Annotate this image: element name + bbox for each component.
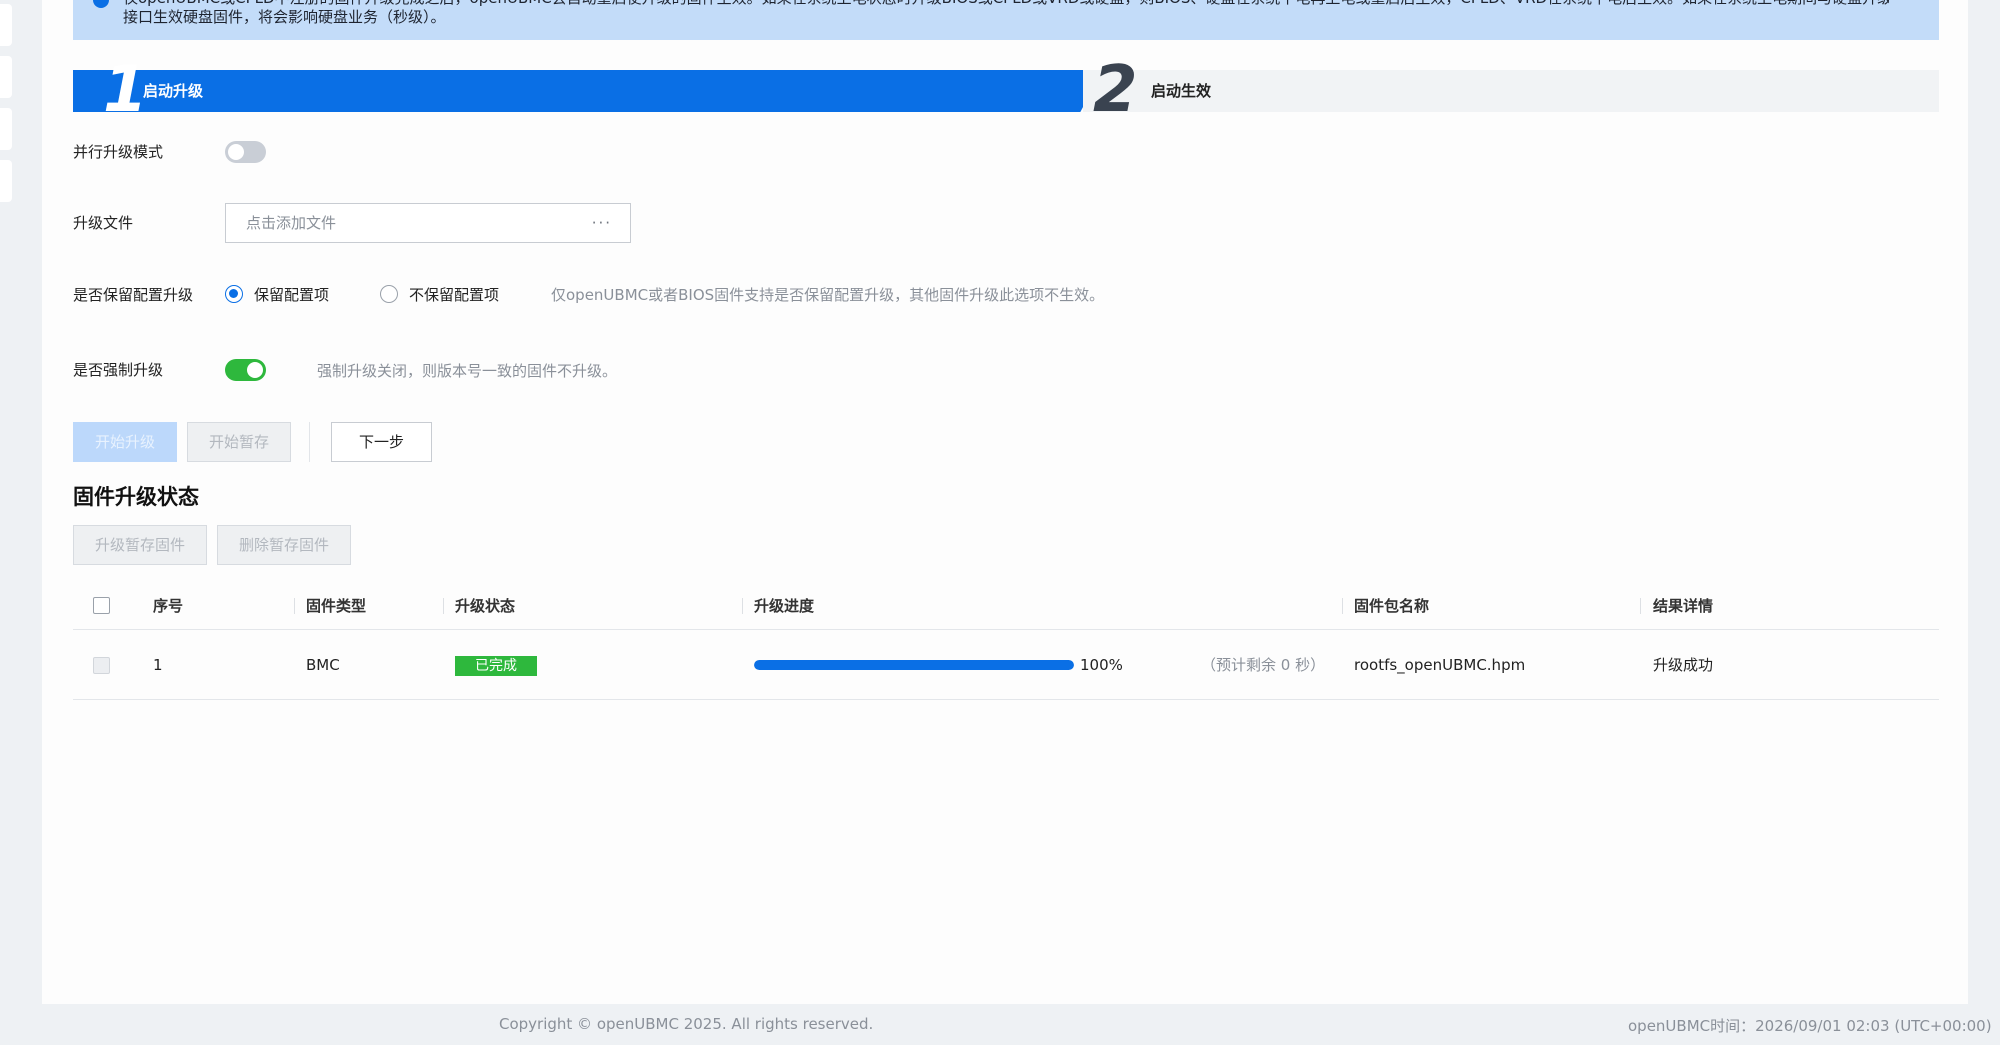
info-notice: 仅openUBMC或CPLD不注册的固件升级完成之后，openUBMC会自动重启… [73,0,1939,40]
table-header: 序号 固件类型 升级状态 升级进度 固件包名称 结果详情 [73,585,1939,630]
step-2-bar [1083,70,1939,112]
row-package-name: rootfs_openUBMC.hpm [1354,656,1526,674]
step-1-number: 1 [103,53,148,127]
status-badge: 已完成 [455,656,537,676]
row-index: 1 [153,656,163,674]
column-header-index: 序号 [153,597,184,615]
force-upgrade-toggle[interactable] [225,359,266,381]
row-result: 升级成功 [1653,656,1714,674]
upgrade-staged-button[interactable]: 升级暂存固件 [73,525,207,565]
next-step-button[interactable]: 下一步 [331,422,432,462]
row-checkbox[interactable] [93,657,110,674]
column-divider [443,598,444,614]
column-divider [1342,598,1343,614]
column-header-result: 结果详情 [1653,597,1714,615]
column-divider [1640,598,1641,614]
upgrade-panel: 仅openUBMC或CPLD不注册的固件升级完成之后，openUBMC会自动重启… [42,0,1968,1004]
toggle-knob [247,362,263,378]
row-firmware-type: BMC [306,656,340,674]
side-tab-4[interactable] [0,160,12,202]
table-row: 1 BMC 已完成 100% （预计剩余 0 秒） rootfs_openUBM… [73,630,1939,700]
more-icon[interactable]: ··· [592,204,612,242]
toggle-knob [228,144,244,160]
side-tab-3[interactable] [0,108,12,150]
upgrade-file-placeholder: 点击添加文件 [246,214,337,232]
parallel-mode-toggle[interactable] [225,141,266,163]
column-header-progress: 升级进度 [754,597,815,615]
side-tab-2[interactable] [0,56,12,98]
parallel-mode-label: 并行升级模式 [73,143,164,161]
progress-percent: 100% [1080,656,1123,674]
step-1-label: 启动升级 [143,82,204,100]
force-upgrade-hint: 强制升级关闭，则版本号一致的固件不升级。 [317,362,618,380]
remaining-time: （预计剩余 0 秒） [1201,656,1326,674]
column-header-status: 升级状态 [455,597,516,615]
notice-line-2: 接口生效硬盘固件，将会影响硬盘业务（秒级）。 [123,8,446,26]
step-2-label: 启动生效 [1151,82,1212,100]
footer-time: openUBMC时间：2026/09/01 02:03 (UTC+00:00) [1628,1017,1992,1035]
info-icon [93,0,109,8]
keep-config-label: 是否保留配置升级 [73,286,194,304]
delete-staged-button[interactable]: 删除暂存固件 [217,525,351,565]
notice-line-1: 仅openUBMC或CPLD不注册的固件升级完成之后，openUBMC会自动重启… [123,0,1889,8]
keep-config-option-yes[interactable]: 保留配置项 [254,284,329,305]
column-header-package: 固件包名称 [1354,597,1430,615]
side-tab-1[interactable] [0,4,12,46]
keep-config-radio-yes[interactable] [225,285,243,303]
progress-fill [754,660,1074,670]
column-header-type: 固件类型 [306,597,367,615]
select-all-checkbox[interactable] [93,597,110,614]
step-1-bar [73,70,1103,112]
status-section-title: 固件升级状态 [73,485,199,509]
progress-bar [754,660,1074,670]
footer-copyright: Copyright © openUBMC 2025. All rights re… [499,1015,874,1033]
button-divider [309,422,310,462]
step-indicator: 1 启动升级 2 启动生效 [73,58,1939,122]
keep-config-radio-no[interactable] [380,285,398,303]
upgrade-file-label: 升级文件 [73,214,134,232]
keep-config-hint: 仅openUBMC或者BIOS固件支持是否保留配置升级，其他固件升级此选项不生效… [551,286,1105,304]
column-divider [742,598,743,614]
start-stage-button[interactable]: 开始暂存 [187,422,291,462]
start-upgrade-button[interactable]: 开始升级 [73,422,177,462]
step-2-number: 2 [1093,53,1138,127]
force-upgrade-label: 是否强制升级 [73,361,164,379]
upgrade-file-input[interactable]: 点击添加文件 ··· [225,203,631,243]
column-divider [294,598,295,614]
keep-config-option-no[interactable]: 不保留配置项 [409,284,499,305]
